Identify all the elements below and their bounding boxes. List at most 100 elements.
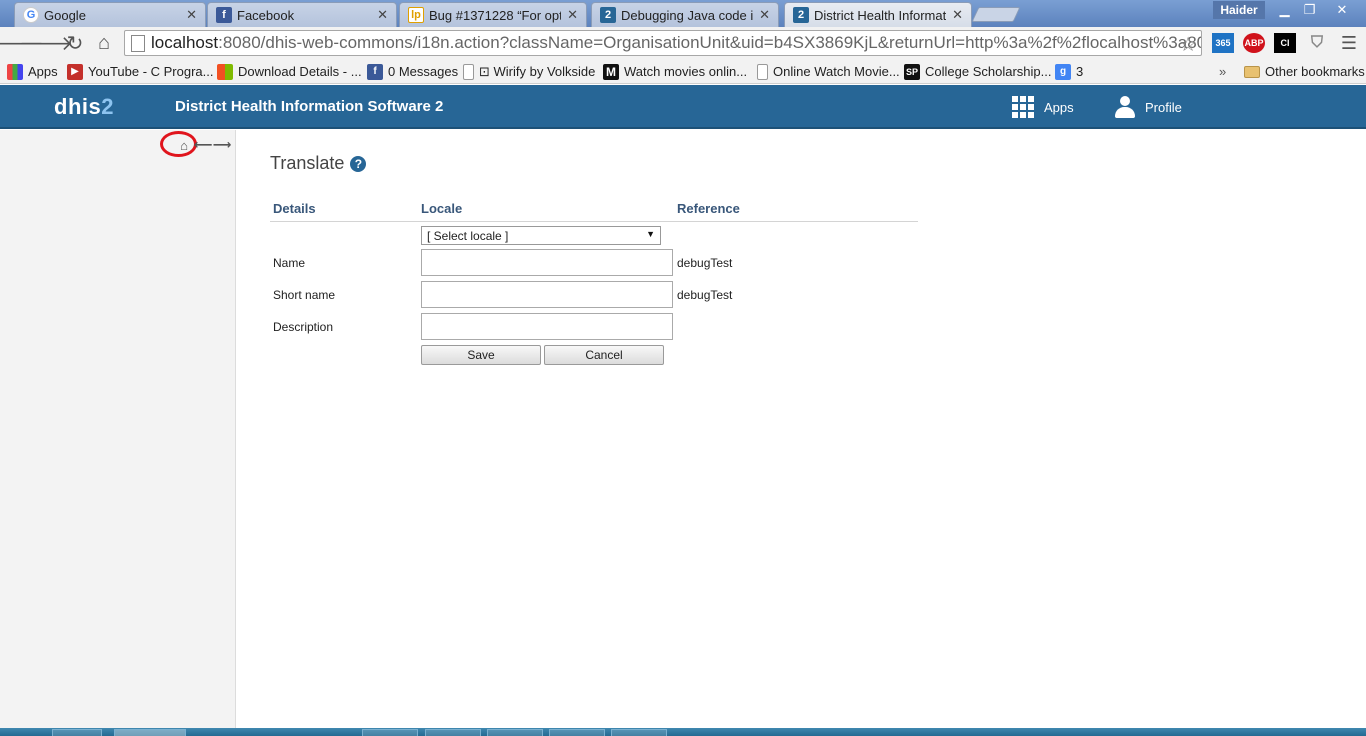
bookmark-download-details[interactable]: Download Details - ... bbox=[217, 62, 362, 81]
logo-suffix: 2 bbox=[101, 94, 114, 119]
bookmark-online-watch[interactable]: Online Watch Movie... bbox=[757, 62, 900, 81]
apps-menu-button[interactable]: Apps bbox=[1012, 96, 1074, 118]
taskbar-item[interactable] bbox=[425, 729, 481, 736]
taskbar-item[interactable] bbox=[362, 729, 418, 736]
office365-extension-icon[interactable]: 365 bbox=[1212, 33, 1234, 53]
reload-icon[interactable]: ↻ bbox=[64, 32, 86, 55]
forward-arrow-icon[interactable]: ⟶ bbox=[213, 137, 232, 152]
description-translation-input[interactable] bbox=[421, 313, 673, 340]
shield-extension-icon[interactable]: ⛉ bbox=[1306, 33, 1328, 53]
bookmark-apps[interactable]: Apps bbox=[7, 62, 58, 81]
header-divider bbox=[270, 221, 918, 222]
short-name-reference-value: debugTest bbox=[677, 288, 733, 302]
apps-grid-icon bbox=[1012, 96, 1034, 118]
close-window-icon[interactable]: ✕ bbox=[1327, 1, 1357, 19]
name-translation-input[interactable] bbox=[421, 249, 673, 276]
bookmark-wirify[interactable]: ⊡ Wirify by Volkside bbox=[463, 62, 595, 81]
facebook-icon: f bbox=[216, 7, 232, 23]
folder-icon bbox=[1244, 65, 1260, 78]
home-icon[interactable]: ⌂ bbox=[93, 32, 115, 54]
bookmark-college-scholarship[interactable]: SP College Scholarship... bbox=[904, 62, 1051, 81]
new-tab-button[interactable] bbox=[971, 7, 1021, 22]
url-path: :8080/dhis-web-commons/i18n.action?class… bbox=[218, 33, 1202, 52]
browser-tab-strip: G Google ✕ f Facebook ✕ lp Bug #1371228 … bbox=[0, 0, 1366, 27]
apps-label: Apps bbox=[1044, 99, 1074, 115]
back-arrow-icon[interactable]: ⟵ bbox=[194, 137, 213, 152]
adblock-extension-icon[interactable]: ABP bbox=[1243, 33, 1265, 53]
description-label: Description bbox=[273, 320, 334, 334]
short-name-label: Short name bbox=[273, 288, 336, 302]
bookmark-label: Download Details - ... bbox=[238, 64, 362, 79]
taskbar-item[interactable] bbox=[487, 729, 543, 736]
address-bar[interactable]: localhost:8080/dhis-web-commons/i18n.act… bbox=[124, 30, 1202, 56]
bookmark-watch-movies[interactable]: M Watch movies onlin... bbox=[603, 62, 747, 81]
bookmark-label: Watch movies onlin... bbox=[624, 64, 748, 79]
column-header-reference: Reference bbox=[677, 201, 740, 216]
logo-text: dhis bbox=[54, 94, 102, 119]
short-name-translation-input[interactable] bbox=[421, 281, 673, 308]
browser-tab-debugging[interactable]: 2 Debugging Java code in E ✕ bbox=[591, 2, 779, 27]
dhis2-tab-icon: 2 bbox=[600, 7, 616, 23]
os-taskbar bbox=[0, 728, 1366, 736]
sp-icon: SP bbox=[904, 63, 920, 80]
other-bookmarks[interactable]: Other bookmarks bbox=[1244, 62, 1365, 81]
profile-menu-button[interactable]: Profile bbox=[1115, 96, 1182, 118]
close-tab-icon[interactable]: ✕ bbox=[567, 7, 578, 23]
column-header-details: Details bbox=[273, 201, 316, 216]
taskbar-item[interactable] bbox=[549, 729, 605, 736]
restore-icon[interactable]: ❐ bbox=[1297, 1, 1322, 19]
dropdown-arrow-icon: ▼ bbox=[646, 229, 655, 239]
page-title-text: Translate bbox=[270, 153, 345, 173]
close-tab-icon[interactable]: ✕ bbox=[952, 7, 963, 23]
tab-title: Google bbox=[44, 7, 86, 23]
page-icon bbox=[463, 63, 474, 80]
menu-icon[interactable]: ☰ bbox=[1338, 33, 1360, 53]
dhis2-header-bar: dhis2 District Health Information Softwa… bbox=[0, 85, 1366, 129]
close-tab-icon[interactable]: ✕ bbox=[377, 7, 388, 23]
bookmark-label: Apps bbox=[28, 64, 58, 79]
bookmark-google-plus[interactable]: g 3 bbox=[1055, 62, 1083, 81]
name-reference-value: debugTest bbox=[677, 256, 733, 270]
minimize-icon[interactable]: ▁ bbox=[1272, 1, 1297, 19]
bookmark-messages[interactable]: f 0 Messages bbox=[367, 62, 458, 81]
close-tab-icon[interactable]: ✕ bbox=[759, 7, 770, 23]
forward-icon[interactable]: 🡒 bbox=[19, 32, 73, 55]
bookmark-label: Other bookmarks bbox=[1265, 64, 1365, 79]
dhis2-logo[interactable]: dhis2 bbox=[54, 94, 114, 120]
tab-title: District Health Informatio bbox=[814, 7, 947, 23]
help-icon[interactable]: ? bbox=[350, 155, 367, 172]
page-icon bbox=[757, 63, 768, 80]
browser-user-chip[interactable]: Haider bbox=[1213, 1, 1265, 19]
home-icon[interactable]: ⌂ bbox=[176, 138, 192, 153]
page-icon bbox=[131, 34, 145, 52]
page-title: Translate ? bbox=[270, 153, 367, 174]
m-icon: M bbox=[603, 63, 619, 80]
bookmark-label: 0 Messages bbox=[388, 64, 459, 79]
close-tab-icon[interactable]: ✕ bbox=[186, 7, 197, 23]
profile-label: Profile bbox=[1145, 99, 1182, 115]
left-menu: ⌂ ⟵ ⟶ bbox=[0, 130, 236, 728]
google-icon: G bbox=[23, 7, 39, 23]
bookmarks-overflow-button[interactable]: » bbox=[1219, 62, 1226, 81]
tab-title: Facebook bbox=[237, 7, 295, 23]
taskbar-item-active[interactable] bbox=[114, 729, 186, 736]
browser-tab-google[interactable]: G Google ✕ bbox=[14, 2, 206, 27]
browser-tab-bug[interactable]: lp Bug #1371228 “For option ✕ bbox=[399, 2, 587, 27]
bookmark-youtube[interactable]: ▶ YouTube - C Progra... bbox=[67, 62, 214, 81]
save-button[interactable]: Save bbox=[421, 345, 541, 365]
bookmark-star-icon[interactable]: ☆ bbox=[1179, 32, 1197, 55]
ci-extension-icon[interactable]: CI bbox=[1274, 33, 1296, 53]
bookmark-label: Online Watch Movie... bbox=[773, 64, 900, 79]
facebook-icon: f bbox=[367, 63, 383, 80]
youtube-icon: ▶ bbox=[67, 63, 83, 80]
taskbar-item[interactable] bbox=[52, 729, 102, 736]
cancel-button[interactable]: Cancel bbox=[544, 345, 664, 365]
locale-select[interactable]: [ Select locale ] ▼ bbox=[421, 226, 661, 245]
bookmark-label: College Scholarship... bbox=[925, 64, 1052, 79]
name-label: Name bbox=[273, 256, 306, 270]
profile-icon bbox=[1115, 96, 1135, 118]
browser-tab-dhis2-active[interactable]: 2 District Health Informatio ✕ bbox=[784, 2, 972, 27]
taskbar-item[interactable] bbox=[611, 729, 667, 736]
browser-tab-facebook[interactable]: f Facebook ✕ bbox=[207, 2, 397, 27]
tab-title: Debugging Java code in E bbox=[621, 7, 754, 23]
